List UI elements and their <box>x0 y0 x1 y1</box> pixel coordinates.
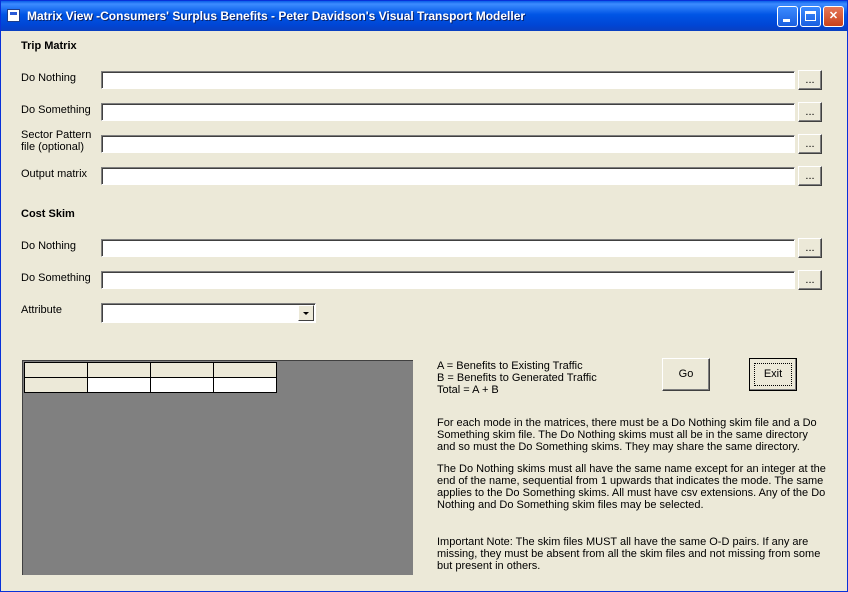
sector-pattern-input[interactable] <box>101 135 795 153</box>
output-matrix-label: Output matrix <box>21 168 88 180</box>
legend-line-a: A = Benefits to Existing Traffic <box>437 360 583 372</box>
results-grid[interactable] <box>22 360 413 575</box>
maximize-icon <box>805 11 816 21</box>
grid-header-cell <box>150 362 214 378</box>
table-row <box>24 362 277 378</box>
grid-corner-cell <box>24 362 88 378</box>
note-skim-naming: The Do Nothing skims must all have the s… <box>437 463 826 511</box>
title-bar[interactable]: Matrix View -Consumers' Surplus Benefits… <box>1 1 847 31</box>
results-table[interactable] <box>24 362 277 393</box>
exit-button[interactable]: Exit <box>749 358 797 391</box>
trip-do-nothing-browse-button[interactable]: ... <box>798 70 822 90</box>
sector-pattern-browse-button[interactable]: ... <box>798 134 822 154</box>
attribute-label: Attribute <box>21 304 62 316</box>
table-row <box>24 377 277 393</box>
skim-do-nothing-input[interactable] <box>101 239 795 257</box>
minimize-icon <box>783 19 790 22</box>
cost-skim-title: Cost Skim <box>21 208 75 220</box>
sector-pattern-label: Sector Pattern file (optional) <box>21 129 91 153</box>
trip-matrix-title: Trip Matrix <box>21 40 77 52</box>
legend-line-b: B = Benefits to Generated Traffic <box>437 372 597 384</box>
minimize-button[interactable] <box>777 6 798 27</box>
close-icon: ✕ <box>828 10 839 22</box>
window-title: Matrix View -Consumers' Surplus Benefits… <box>27 9 526 23</box>
skim-do-nothing-browse-button[interactable]: ... <box>798 238 822 258</box>
grid-row-header-cell <box>24 377 88 393</box>
grid-cell[interactable] <box>87 377 151 393</box>
sector-pattern-label-line2: file (optional) <box>21 141 84 153</box>
benefits-legend: A = Benefits to Existing Traffic B = Ben… <box>437 360 597 396</box>
focus-rectangle <box>754 363 792 386</box>
note-important: Important Note: The skim files MUST all … <box>437 536 821 572</box>
grid-cell[interactable] <box>150 377 214 393</box>
grid-cell[interactable] <box>213 377 277 393</box>
skim-do-something-browse-button[interactable]: ... <box>798 270 822 290</box>
grid-header-cell <box>213 362 277 378</box>
trip-do-nothing-label: Do Nothing <box>21 72 77 84</box>
chevron-down-icon[interactable] <box>298 305 314 321</box>
app-icon[interactable] <box>7 9 20 22</box>
maximize-button[interactable] <box>800 6 821 27</box>
trip-do-nothing-input[interactable] <box>101 71 795 89</box>
close-button[interactable]: ✕ <box>823 6 844 27</box>
skim-do-nothing-label: Do Nothing <box>21 240 77 252</box>
skim-do-something-input[interactable] <box>101 271 795 289</box>
attribute-select[interactable] <box>101 303 316 323</box>
grid-header-cell <box>87 362 151 378</box>
output-matrix-input[interactable] <box>101 167 795 185</box>
main-window: Matrix View -Consumers' Surplus Benefits… <box>0 0 848 592</box>
trip-do-something-browse-button[interactable]: ... <box>798 102 822 122</box>
output-matrix-browse-button[interactable]: ... <box>798 166 822 186</box>
trip-do-something-input[interactable] <box>101 103 795 121</box>
skim-do-something-label: Do Something <box>21 272 91 284</box>
sector-pattern-label-line1: Sector Pattern <box>21 129 92 141</box>
go-button[interactable]: Go <box>662 358 710 391</box>
trip-do-something-label: Do Something <box>21 104 91 116</box>
note-skim-files: For each mode in the matrices, there mus… <box>437 417 817 453</box>
legend-line-total: Total = A + B <box>437 384 499 396</box>
